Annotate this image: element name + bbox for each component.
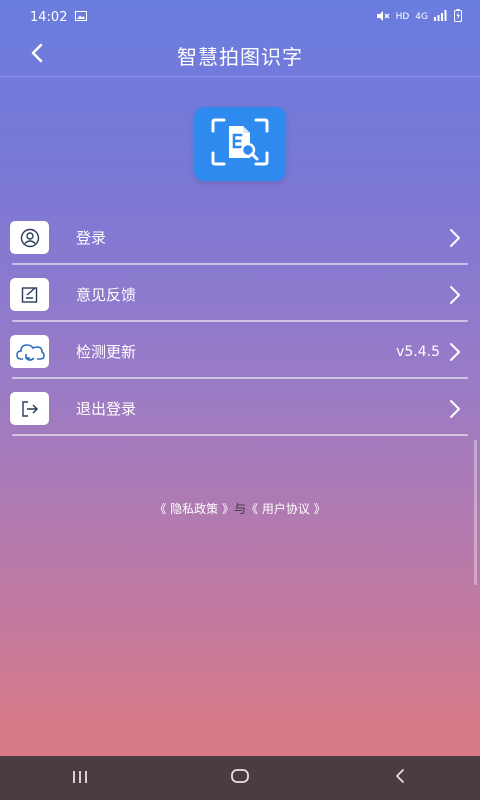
page-title: 智慧拍图识字 bbox=[177, 44, 303, 69]
document-scan-icon bbox=[209, 117, 271, 171]
home-button[interactable] bbox=[210, 756, 270, 800]
image-icon bbox=[75, 10, 88, 25]
feedback-icon bbox=[10, 278, 49, 311]
back-arrow-icon bbox=[30, 43, 44, 67]
menu-item-logout[interactable]: 退出登录 bbox=[10, 383, 468, 440]
chevron-right-icon bbox=[448, 284, 464, 306]
hd-indicator: HD bbox=[395, 12, 410, 22]
menu-item-feedback[interactable]: 意见反馈 bbox=[10, 269, 468, 326]
back-button[interactable] bbox=[22, 40, 52, 70]
version-text: v5.4.5 bbox=[396, 343, 440, 360]
signal-icon bbox=[434, 10, 448, 24]
menu-label-login: 登录 bbox=[76, 229, 107, 247]
battery-icon bbox=[454, 9, 462, 25]
system-nav-bar bbox=[0, 756, 480, 800]
recents-icon bbox=[71, 769, 89, 788]
cloud-refresh-icon bbox=[10, 335, 49, 368]
status-left: 14:02 bbox=[30, 9, 88, 25]
network-indicator: 4G bbox=[415, 12, 428, 22]
settings-menu: 登录 意见反馈 检测更新 v5.4.5 退出登录 bbox=[10, 212, 468, 440]
user-agreement-link[interactable]: 《 用户协议 》 bbox=[246, 502, 326, 516]
privacy-policy-link[interactable]: 《 隐私政策 》 bbox=[154, 502, 234, 516]
status-right: HD 4G bbox=[376, 9, 462, 25]
scroll-indicator bbox=[474, 440, 477, 585]
mute-icon bbox=[376, 10, 390, 25]
recents-button[interactable] bbox=[50, 756, 110, 800]
status-bar: 14:02 HD 4G bbox=[0, 0, 480, 34]
policy-connector: 与 bbox=[233, 502, 246, 516]
menu-label-feedback: 意见反馈 bbox=[76, 286, 137, 304]
app-bar: 智慧拍图识字 bbox=[0, 34, 480, 76]
menu-label-logout: 退出登录 bbox=[76, 400, 137, 418]
policy-links: 《 隐私政策 》与《 用户协议 》 bbox=[0, 500, 480, 517]
status-time: 14:02 bbox=[30, 9, 68, 25]
home-icon bbox=[230, 768, 250, 788]
app-logo bbox=[194, 107, 286, 181]
app-bar-divider bbox=[0, 76, 480, 77]
user-icon bbox=[10, 221, 49, 254]
menu-item-check-update[interactable]: 检测更新 v5.4.5 bbox=[10, 326, 468, 383]
logout-icon bbox=[10, 392, 49, 425]
menu-label-check-update: 检测更新 bbox=[76, 343, 137, 361]
nav-back-button[interactable] bbox=[370, 756, 430, 800]
chevron-right-icon bbox=[448, 341, 464, 363]
chevron-right-icon bbox=[448, 398, 464, 420]
menu-item-login[interactable]: 登录 bbox=[10, 212, 468, 269]
chevron-right-icon bbox=[448, 227, 464, 249]
back-icon bbox=[394, 768, 406, 788]
